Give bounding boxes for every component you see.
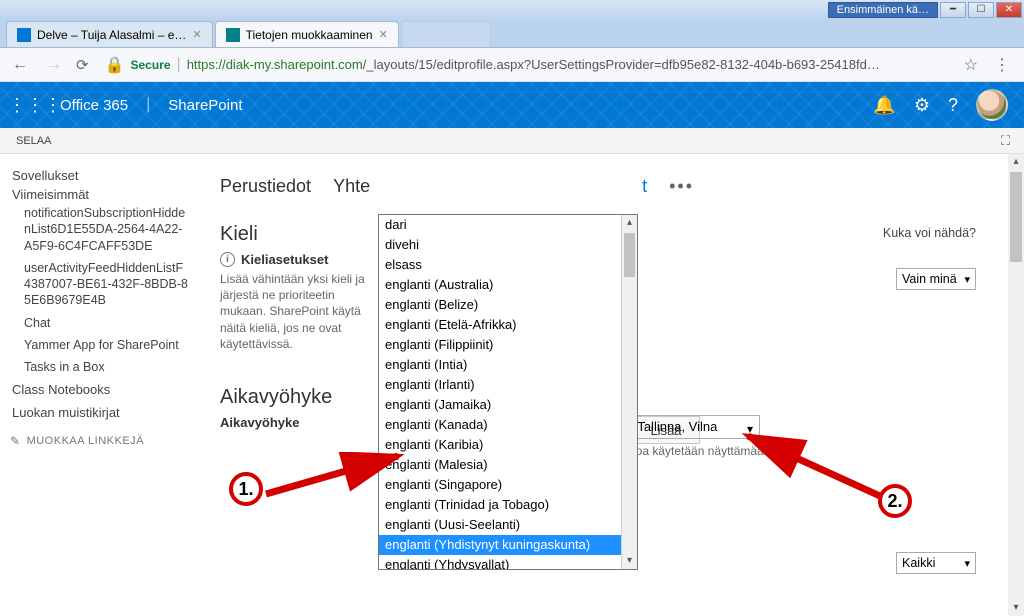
browser-tab-title: Tietojen muokkaaminen <box>246 28 373 42</box>
lang-option[interactable]: englanti (Singapore) <box>379 475 637 495</box>
lang-option[interactable]: englanti (Etelä-Afrikka) <box>379 315 637 335</box>
lang-option[interactable]: englanti (Australia) <box>379 275 637 295</box>
lang-option[interactable]: elsass <box>379 255 637 275</box>
reload-button[interactable]: ⟳ <box>76 56 89 74</box>
browser-tab[interactable]: Delve – Tuija Alasalmi – e… ✕ <box>6 21 213 47</box>
annotation-badge-2: 2. <box>878 484 912 518</box>
nav-luokan-muistikirjat[interactable]: Luokan muistikirjat <box>10 401 190 424</box>
tz-privacy-select[interactable]: Kaikki <box>896 552 976 574</box>
annotation-arrow-1 <box>262 452 412 532</box>
notifications-icon[interactable]: 🔔 <box>873 95 895 116</box>
ribbon-tab-browse[interactable]: SELAA <box>10 135 57 147</box>
listbox-scrollbar[interactable]: ▴ ▾ <box>621 215 637 569</box>
forward-button[interactable]: → <box>42 56 66 74</box>
lang-privacy-select[interactable]: Vain minä <box>896 268 976 290</box>
window-minimize[interactable]: ━ <box>940 2 966 18</box>
avatar[interactable] <box>976 89 1008 121</box>
browser-menu-icon[interactable]: ⋮ <box>988 55 1016 75</box>
tz-label: Aikavyöhyke <box>220 415 300 430</box>
brand-office365[interactable]: Office 365 <box>48 97 140 114</box>
scroll-up-icon[interactable]: ▴ <box>1008 154 1024 170</box>
kieli-desc: Lisää vähintään yksi kieli ja järjestä n… <box>220 271 370 352</box>
profile-tabs: Perustiedot Yhte t ••• <box>220 176 1004 197</box>
scroll-down-icon[interactable]: ▾ <box>1008 600 1024 616</box>
pencil-icon: ✎ <box>10 434 21 448</box>
lang-option[interactable]: englanti (Irlanti) <box>379 375 637 395</box>
lang-option[interactable]: englanti (Malesia) <box>379 455 637 475</box>
lang-option[interactable]: englanti (Jamaika) <box>379 395 637 415</box>
left-nav: Sovellukset Viimeisimmät notificationSub… <box>0 154 194 616</box>
lang-option[interactable]: englanti (Intia) <box>379 355 637 375</box>
back-button[interactable]: ← <box>8 56 32 74</box>
recent-item[interactable]: Yammer App for SharePoint <box>24 334 190 356</box>
lock-icon: 🔒 <box>105 55 125 75</box>
taskbar-task[interactable]: Ensimmäinen kä… <box>828 2 938 18</box>
page-body: Sovellukset Viimeisimmät notificationSub… <box>0 154 1024 616</box>
help-icon[interactable]: ? <box>948 95 958 116</box>
lang-option[interactable]: dari <box>379 215 637 235</box>
lang-privacy-value: Vain minä <box>902 272 957 286</box>
window-maximize[interactable]: ☐ <box>968 2 994 18</box>
secure-label: Secure <box>131 58 171 72</box>
lang-option[interactable]: englanti (Trinidad ja Tobago) <box>379 495 637 515</box>
tab-yhteystiedot[interactable]: Yhte <box>333 176 370 197</box>
browser-tab-inactive[interactable] <box>401 21 491 47</box>
brand-sharepoint[interactable]: SharePoint <box>156 97 254 114</box>
lang-option[interactable]: englanti (Karibia) <box>379 435 637 455</box>
tab-overflow-menu[interactable]: ••• <box>669 176 694 197</box>
scroll-thumb[interactable] <box>1010 172 1022 262</box>
content-scrollbar[interactable]: ▴ ▾ <box>1008 154 1024 616</box>
browser-tab[interactable]: Tietojen muokkaaminen ✕ <box>215 21 399 47</box>
tab-perustiedot[interactable]: Perustiedot <box>220 176 311 197</box>
close-tab-icon[interactable]: ✕ <box>379 28 388 41</box>
window-titlebar: Ensimmäinen kä… ━ ☐ ✕ <box>0 0 1024 20</box>
lang-option[interactable]: englanti (Yhdysvallat) <box>379 555 637 569</box>
browser-address-bar: ← → ⟳ 🔒 Secure | https://diak-my.sharepo… <box>0 48 1024 82</box>
annotation-badge-1: 1. <box>229 472 263 506</box>
close-tab-icon[interactable]: ✕ <box>192 28 201 41</box>
scroll-thumb[interactable] <box>624 233 635 277</box>
tab-overflow-active[interactable]: t <box>642 176 647 197</box>
nav-viimeisimmat[interactable]: Viimeisimmät <box>10 183 91 206</box>
url-field[interactable]: 🔒 Secure | https://diak-my.sharepoint.co… <box>99 55 954 75</box>
brand-separator: | <box>140 96 156 114</box>
lang-option[interactable]: englanti (Filippiinit) <box>379 335 637 355</box>
url-path: /_layouts/15/editprofile.aspx?UserSettin… <box>363 57 880 72</box>
lang-option[interactable]: englanti (Kanada) <box>379 415 637 435</box>
recent-item[interactable]: Chat <box>24 312 190 334</box>
focus-mode-icon[interactable]: ⛶ <box>1001 133 1024 149</box>
suite-bar: ⋮⋮⋮ Office 365 | SharePoint 🔔 ⚙ ? <box>0 82 1024 128</box>
scroll-up-icon[interactable]: ▴ <box>622 215 637 231</box>
recent-item[interactable]: userActivityFeedHiddenListF4387007-BE61-… <box>24 257 190 312</box>
recent-item[interactable]: notificationSubscriptionHiddenList6D1E55… <box>24 202 190 257</box>
language-listbox[interactable]: dari divehi elsass englanti (Australia) … <box>378 214 638 570</box>
delve-favicon <box>17 28 31 42</box>
nav-class-notebooks[interactable]: Class Notebooks <box>10 378 190 401</box>
edit-links-label: MUOKKAA LINKKEJÄ <box>27 435 144 447</box>
lang-option[interactable]: englanti (Uusi-Seelanti) <box>379 515 637 535</box>
kieli-label: Kieliasetukset <box>241 252 328 267</box>
lang-option[interactable]: englanti (Belize) <box>379 295 637 315</box>
settings-gear-icon[interactable]: ⚙ <box>914 95 930 116</box>
tz-privacy-value: Kaikki <box>902 556 935 570</box>
recent-item[interactable]: Tasks in a Box <box>24 356 190 378</box>
url-host: https://diak-my.sharepoint.com <box>187 57 363 72</box>
privacy-question: Kuka voi nähdä? <box>883 226 976 240</box>
ribbon: SELAA ⛶ <box>0 128 1024 154</box>
browser-tab-strip: Delve – Tuija Alasalmi – e… ✕ Tietojen m… <box>0 20 1024 48</box>
lang-option[interactable]: divehi <box>379 235 637 255</box>
annotation-arrow-2 <box>738 426 888 506</box>
bookmark-star-icon[interactable]: ☆ <box>964 55 978 75</box>
scroll-down-icon[interactable]: ▾ <box>622 553 637 569</box>
sharepoint-favicon <box>226 28 240 42</box>
browser-tab-title: Delve – Tuija Alasalmi – e… <box>37 28 186 42</box>
app-launcher-icon[interactable]: ⋮⋮⋮ <box>8 95 48 116</box>
edit-links[interactable]: ✎ MUOKKAA LINKKEJÄ <box>10 434 190 448</box>
window-close[interactable]: ✕ <box>996 2 1022 18</box>
info-icon: i <box>220 252 235 267</box>
lang-option-selected[interactable]: englanti (Yhdistynyt kuningaskunta) <box>379 535 637 555</box>
